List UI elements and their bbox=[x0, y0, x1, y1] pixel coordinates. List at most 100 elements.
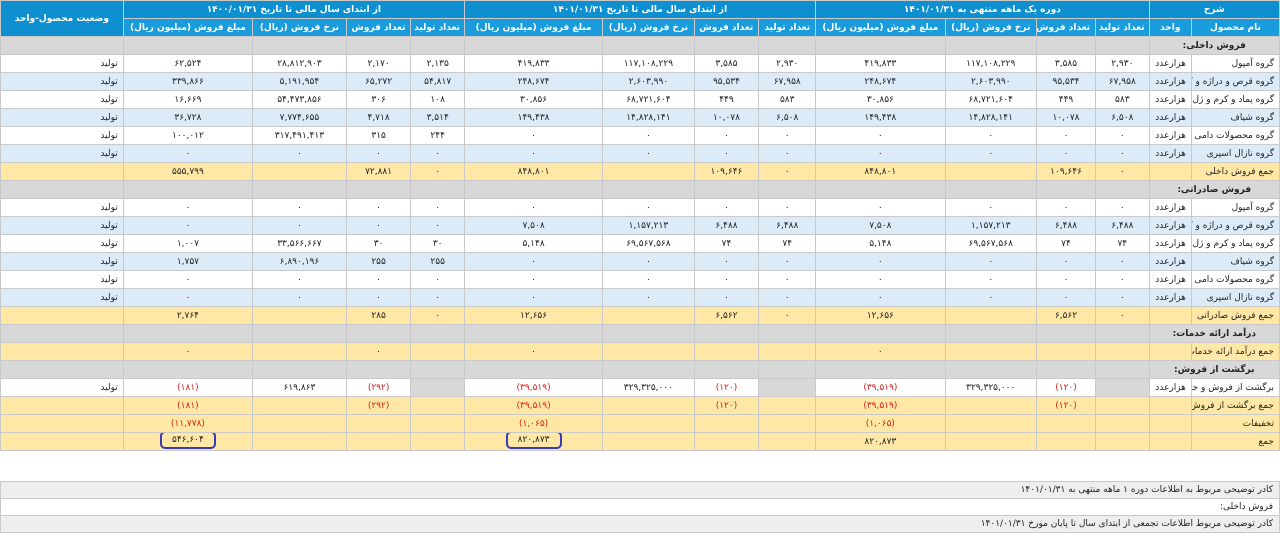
total-value-cell: ۰ bbox=[463, 342, 604, 361]
value-cell: ۷۴ bbox=[1035, 234, 1097, 253]
value-cell: ۶۱۹,۸۶۳ bbox=[252, 378, 347, 397]
table-cell bbox=[602, 432, 695, 451]
value-cell: ۲,۹۳۰ bbox=[758, 54, 817, 73]
total-value-cell bbox=[252, 306, 347, 325]
total-value-cell: ۰ bbox=[815, 342, 946, 361]
highlighted-total: ۸۲۰,۸۷۳ bbox=[505, 433, 562, 449]
product-name: گروه نازال اسپری bbox=[1190, 144, 1280, 163]
status-cell: تولید bbox=[0, 234, 124, 253]
summary-label: جمع bbox=[1190, 432, 1280, 451]
value-cell: ۶,۴۸۸ bbox=[693, 216, 760, 235]
total-label: جمع فروش صادراتی bbox=[1190, 306, 1280, 325]
total-value-cell: (۱۲۰) bbox=[693, 396, 760, 415]
value-cell: ۳۳۹,۸۶۶ bbox=[122, 72, 254, 91]
total-value-cell: ۱۰۹,۶۴۶ bbox=[693, 162, 760, 181]
summary-row: تخفیفات (۱,۰۶۵) (۱,۰۶۵) (۱۱,۷۷۸) bbox=[0, 414, 1280, 433]
status-cell: تولید bbox=[0, 252, 124, 271]
unit-cell bbox=[1148, 396, 1192, 415]
total-value-cell bbox=[252, 162, 347, 181]
product-name: گروه محصولات دامی bbox=[1190, 126, 1280, 145]
col-header: تعداد فروش bbox=[345, 18, 412, 37]
value-cell: ۰ bbox=[410, 216, 465, 235]
total-value-cell bbox=[602, 162, 695, 181]
table-cell bbox=[0, 180, 124, 199]
table-cell bbox=[252, 36, 347, 55]
table-cell bbox=[1095, 324, 1150, 343]
value-cell: ۰ bbox=[693, 198, 760, 217]
value-cell: ۰ bbox=[815, 126, 946, 145]
period-header-1: دوره یک ماهه منتهی به ۱۴۰۱/۰۱/۳۱ bbox=[815, 0, 1150, 19]
period-header-2: از ابتدای سال مالی تا تاریخ ۱۴۰۱/۰۱/۳۱ bbox=[463, 0, 817, 19]
value-cell: ۳۲۹,۳۲۵,۰۰۰ bbox=[944, 378, 1037, 397]
value-cell: ۶,۴۸۸ bbox=[1035, 216, 1097, 235]
table-cell bbox=[252, 324, 347, 343]
value-cell: ۷۴ bbox=[758, 234, 817, 253]
table-cell bbox=[410, 36, 465, 55]
unit-cell: هزارعدد bbox=[1148, 234, 1192, 253]
value-cell: ۰ bbox=[944, 126, 1037, 145]
sales-table: شرح دوره یک ماهه منتهی به ۱۴۰۱/۰۱/۳۱ از … bbox=[0, 0, 1280, 451]
section-row: فروش داخلی: bbox=[0, 36, 1280, 55]
value-cell: ۰ bbox=[758, 144, 817, 163]
value-cell: ۰ bbox=[1095, 252, 1150, 271]
total-row: جمع فروش صادراتی ۰ ۶,۵۶۲ ۱۲,۶۵۶ ۰ ۶,۵۶۲ ۱۲,۶۵۶… bbox=[0, 306, 1280, 325]
value-cell: ۳۰۶ bbox=[345, 90, 412, 109]
section-row: برگشت از فروش: bbox=[0, 360, 1280, 379]
value-cell: ۰ bbox=[410, 144, 465, 163]
value-cell: ۱۴۹,۴۳۸ bbox=[463, 108, 604, 127]
value-cell: ۰ bbox=[122, 144, 254, 163]
value-cell: ۰ bbox=[252, 144, 347, 163]
table-cell bbox=[1095, 180, 1150, 199]
table-cell bbox=[122, 36, 254, 55]
value-cell bbox=[758, 378, 817, 397]
total-row: جمع برگشت از فروش (۱۲۰) (۳۹,۵۱۹) (۱۲۰) (۳۹,۵… bbox=[0, 396, 1280, 415]
value-cell: ۶۹,۵۶۷,۵۶۸ bbox=[602, 234, 695, 253]
status-cell bbox=[0, 396, 124, 415]
value-cell: ۰ bbox=[410, 198, 465, 217]
value-cell: ۰ bbox=[345, 198, 412, 217]
value-cell: ۲۵۵ bbox=[345, 252, 412, 271]
value-cell: ۰ bbox=[1035, 288, 1097, 307]
unit-cell: هزارعدد bbox=[1148, 378, 1192, 397]
value-cell: ۱,۷۵۷ bbox=[122, 252, 254, 271]
table-cell bbox=[410, 180, 465, 199]
status-cell: تولید bbox=[0, 378, 124, 397]
value-cell: ۱,۰۰۷ bbox=[122, 234, 254, 253]
total-label: جمع برگشت از فروش bbox=[1190, 396, 1280, 415]
value-cell: ۰ bbox=[944, 144, 1037, 163]
value-cell: ۲۸,۸۱۲,۹۰۳ bbox=[252, 54, 347, 73]
value-cell: ۰ bbox=[758, 288, 817, 307]
table-cell bbox=[1035, 180, 1097, 199]
value-cell: ۱۴۹,۴۳۸ bbox=[815, 108, 946, 127]
section-label: درآمد ارائه خدمات: bbox=[1148, 324, 1280, 343]
value-cell: ۰ bbox=[1035, 144, 1097, 163]
table-cell bbox=[1095, 414, 1150, 433]
status-cell: تولید bbox=[0, 126, 124, 145]
status-cell bbox=[0, 306, 124, 325]
table-cell bbox=[0, 360, 124, 379]
total-value-cell: ۰ bbox=[758, 306, 817, 325]
product-name: گروه شیاف bbox=[1190, 252, 1280, 271]
total-value-cell bbox=[1035, 342, 1097, 361]
table-row: گروه قرص و دراژه و کپسولهزارعدد۶۷,۹۵۸۹۵,… bbox=[0, 72, 1280, 91]
value-cell: ۰ bbox=[602, 126, 695, 145]
table-cell bbox=[693, 36, 760, 55]
value-cell: ۰ bbox=[944, 288, 1037, 307]
total-value-cell bbox=[944, 396, 1037, 415]
total-value-cell: (۱۸۱) bbox=[122, 396, 254, 415]
product-name: گروه قرص و دراژه و کپسول bbox=[1190, 216, 1280, 235]
table-row: گروه نازال اسپری هزارعدد ۰ ۰ ۰ ۰ ۰ ۰ ۰ ۰ ۰ ۰ ۰ ۰ تولید bbox=[0, 144, 1280, 163]
table-cell bbox=[463, 180, 604, 199]
col-header: نرخ فروش (ریال) bbox=[252, 18, 347, 37]
total-value-cell: ۲,۷۶۴ bbox=[122, 306, 254, 325]
value-cell: ۰ bbox=[602, 198, 695, 217]
total-value-cell: (۳۹,۵۱۹) bbox=[815, 396, 946, 415]
value-cell: ۰ bbox=[1095, 198, 1150, 217]
value-cell: ۱۴,۸۲۸,۱۴۱ bbox=[944, 108, 1037, 127]
summary-value-cell: (۱۱,۷۷۸) bbox=[122, 414, 254, 433]
table-cell bbox=[252, 360, 347, 379]
total-value-cell bbox=[602, 306, 695, 325]
status-cell: تولید bbox=[0, 198, 124, 217]
value-cell: ۰ bbox=[345, 216, 412, 235]
value-cell: ۱۰,۰۷۸ bbox=[1035, 108, 1097, 127]
